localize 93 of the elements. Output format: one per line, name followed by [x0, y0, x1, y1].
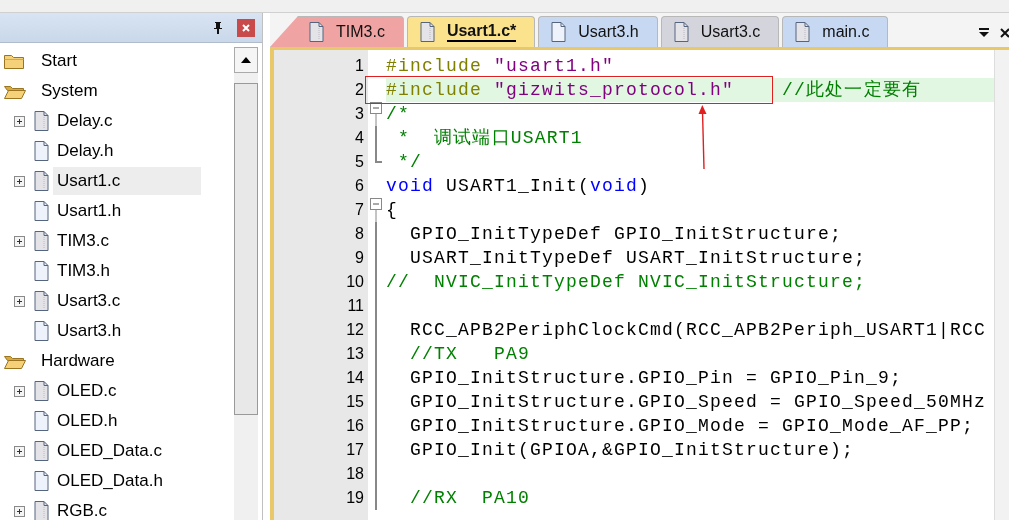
- file-icon: [34, 111, 49, 131]
- file-tab[interactable]: TIM3.c: [270, 16, 404, 47]
- line-number: 5: [354, 153, 365, 171]
- scroll-thumb[interactable]: [234, 83, 258, 415]
- tree-item[interactable]: Usart3.c: [53, 287, 125, 315]
- line-number: 14: [345, 369, 365, 387]
- code-line: //RX PA10: [409, 487, 532, 510]
- line-number: 2: [354, 81, 365, 99]
- expand-icon: [13, 385, 25, 397]
- tree-item[interactable]: RGB.c: [53, 497, 112, 520]
- expand-icon: [13, 115, 25, 127]
- code-line: {: [386, 199, 399, 222]
- file-tab[interactable]: Usart1.c*: [406, 16, 536, 47]
- expand-icon: [13, 505, 25, 517]
- file-icon: [34, 381, 49, 401]
- fold-line: [375, 126, 377, 150]
- file-icon: [34, 261, 49, 281]
- code-line: */: [397, 151, 423, 174]
- annotation-arrow: [697, 105, 709, 169]
- code-line: void USART1_Init(void): [386, 175, 652, 198]
- line-number: 3: [354, 105, 365, 123]
- line-number: 6: [354, 177, 365, 195]
- line-number: 11: [346, 297, 365, 315]
- collapse-icon: [370, 198, 382, 222]
- code-line: GPIO_InitStructure.GPIO_Mode = GPIO_Mode_AF_PP;: [409, 415, 976, 438]
- scrollbar[interactable]: [234, 47, 258, 520]
- code-line: GPIO_InitStructure.GPIO_Pin = GPIO_Pin_9;: [409, 367, 904, 390]
- code-line: GPIO_Init(GPIOA,&GPIO_InitStructure);: [409, 439, 856, 462]
- line-number: 18: [345, 465, 365, 483]
- tree-item[interactable]: OLED.h: [53, 407, 122, 435]
- tree-item[interactable]: OLED.c: [53, 377, 121, 405]
- expand-icon: [13, 235, 25, 247]
- file-icon: [34, 321, 49, 341]
- line-number: 7: [354, 201, 365, 219]
- line-number: 16: [345, 417, 365, 435]
- file-icon: [34, 171, 49, 191]
- line-number: 15: [345, 393, 365, 411]
- code-line: GPIO_InitTypeDef GPIO_InitStructure;: [409, 223, 844, 246]
- tree-item[interactable]: System: [37, 77, 102, 105]
- code-line: // NVIC_InitTypeDef NVIC_InitStructure;: [386, 271, 868, 294]
- expand-icon: [13, 175, 25, 187]
- tree-item[interactable]: OLED_Data.c: [53, 437, 166, 465]
- tree-item[interactable]: TIM3.h: [53, 257, 114, 285]
- file-tab[interactable]: main.c: [782, 16, 889, 47]
- file-icon: [34, 441, 49, 461]
- file-icon: [34, 141, 49, 161]
- dropdown-icon[interactable]: [978, 28, 990, 38]
- file-tab[interactable]: Usart3.c: [660, 16, 780, 47]
- arrow-up-icon: [241, 57, 251, 63]
- file-icon: [795, 22, 811, 42]
- line-number: 4: [354, 129, 365, 147]
- code-line: USART_InitTypeDef USART_InitStructure;: [409, 247, 868, 270]
- file-icon: [34, 231, 49, 251]
- code-line: //TX PA9: [409, 343, 532, 366]
- file-tab[interactable]: Usart3.h: [538, 16, 658, 47]
- pin-icon[interactable]: [213, 21, 223, 34]
- tree-item[interactable]: Usart1.h: [53, 197, 126, 225]
- collapse-icon: [370, 102, 382, 126]
- code-line: RCC_APB2PeriphClockCmd(RCC_APB2Periph_USART1|RCC: [409, 319, 988, 342]
- line-number: 1: [354, 57, 365, 75]
- close-icon[interactable]: [1000, 28, 1009, 38]
- file-icon: [34, 291, 49, 311]
- line-number: 9: [354, 249, 365, 267]
- expand-icon: [13, 295, 25, 307]
- file-icon: [34, 201, 49, 221]
- code-line: * 调试端口USART1: [397, 127, 584, 150]
- line-number: 19: [345, 489, 365, 507]
- file-icon: [309, 22, 324, 42]
- scrollbar[interactable]: [994, 50, 1009, 520]
- tree-item[interactable]: Delay.c: [53, 107, 117, 135]
- tree-item[interactable]: TIM3.c: [53, 227, 113, 255]
- line-number: 12: [345, 321, 365, 339]
- tree-item[interactable]: Hardware: [37, 347, 119, 375]
- tree-item[interactable]: Start: [37, 47, 81, 75]
- file-icon: [419, 22, 435, 42]
- line-number: 17: [345, 441, 365, 459]
- file-icon: [551, 22, 567, 42]
- line-number: 13: [345, 345, 365, 363]
- tree-item[interactable]: Delay.h: [53, 137, 118, 165]
- code-line: GPIO_InitStructure.GPIO_Speed = GPIO_Speed_50MHz: [409, 391, 988, 414]
- expand-icon: [13, 445, 25, 457]
- file-icon: [673, 22, 689, 42]
- fold-end-line: [375, 150, 382, 163]
- scroll-up-button[interactable]: [234, 47, 258, 73]
- file-icon: [34, 471, 49, 491]
- code-line: /*: [386, 103, 411, 126]
- line-number: 10: [345, 273, 365, 291]
- tree-item[interactable]: Usart3.h: [53, 317, 126, 345]
- tree-item[interactable]: Usart1.c: [53, 167, 201, 195]
- line-number: 8: [354, 225, 365, 243]
- file-icon: [34, 411, 49, 431]
- code-line: #include "usart1.h": [386, 55, 616, 78]
- tree-item[interactable]: OLED_Data.h: [53, 467, 167, 495]
